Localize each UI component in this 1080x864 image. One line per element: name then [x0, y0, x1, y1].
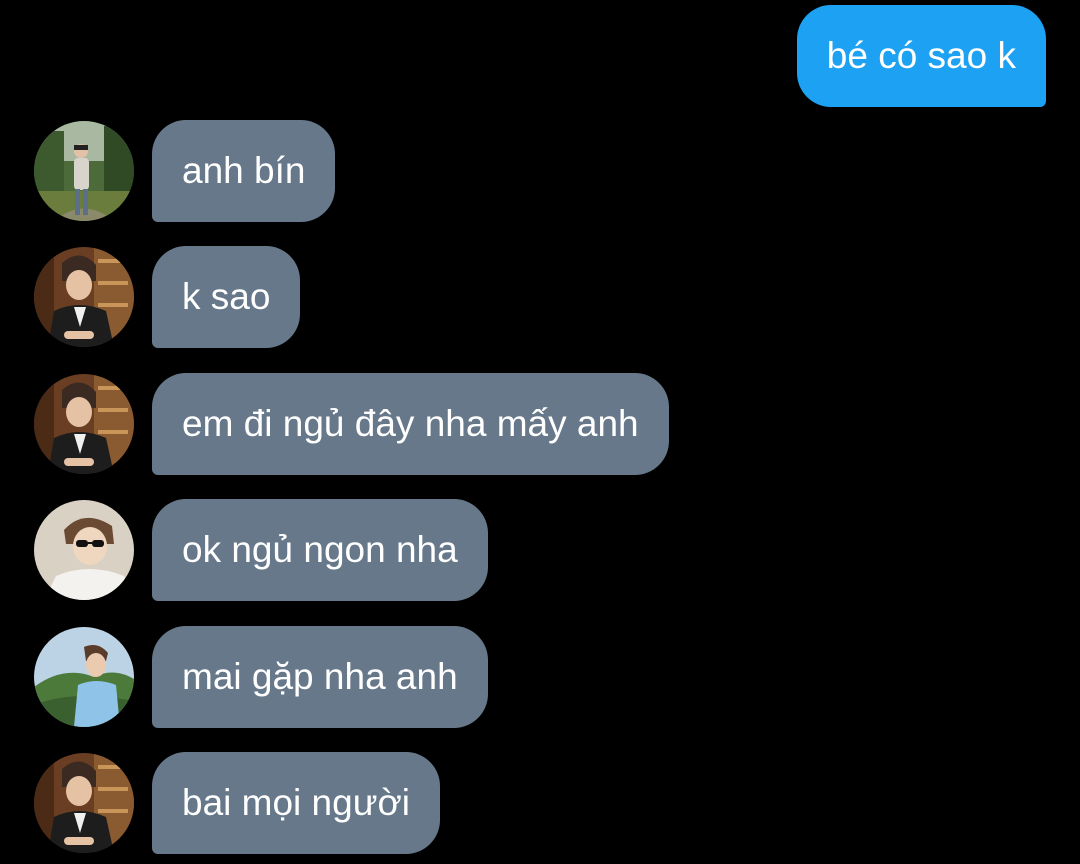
avatar-bookshelf[interactable] [34, 247, 134, 347]
avatar-park[interactable] [34, 121, 134, 221]
avatar-sunglasses[interactable] [34, 500, 134, 600]
incoming-message-row: em đi ngủ đây nha mấy anh [34, 373, 669, 475]
incoming-message-row: anh bín [34, 120, 336, 222]
incoming-message-row: mai gặp nha anh [34, 626, 488, 728]
incoming-message-bubble[interactable]: k sao [152, 246, 301, 348]
incoming-message-bubble[interactable]: mai gặp nha anh [152, 626, 488, 728]
incoming-message-bubble[interactable]: em đi ngủ đây nha mấy anh [152, 373, 669, 475]
incoming-message-row: bai mọi người [34, 752, 440, 854]
incoming-message-row: ok ngủ ngon nha [34, 499, 488, 601]
avatar-bookshelf[interactable] [34, 374, 134, 474]
incoming-message-bubble[interactable]: ok ngủ ngon nha [152, 499, 488, 601]
chat-thread[interactable]: bé có sao k anh bín k sao em đi ngủ đây … [0, 0, 1080, 864]
incoming-message-row: k sao [34, 246, 301, 348]
avatar-mountain[interactable] [34, 627, 134, 727]
incoming-message-bubble[interactable]: bai mọi người [152, 752, 440, 854]
outgoing-message-bubble[interactable]: bé có sao k [796, 5, 1046, 107]
avatar-bookshelf[interactable] [34, 753, 134, 853]
incoming-message-bubble[interactable]: anh bín [152, 120, 336, 222]
